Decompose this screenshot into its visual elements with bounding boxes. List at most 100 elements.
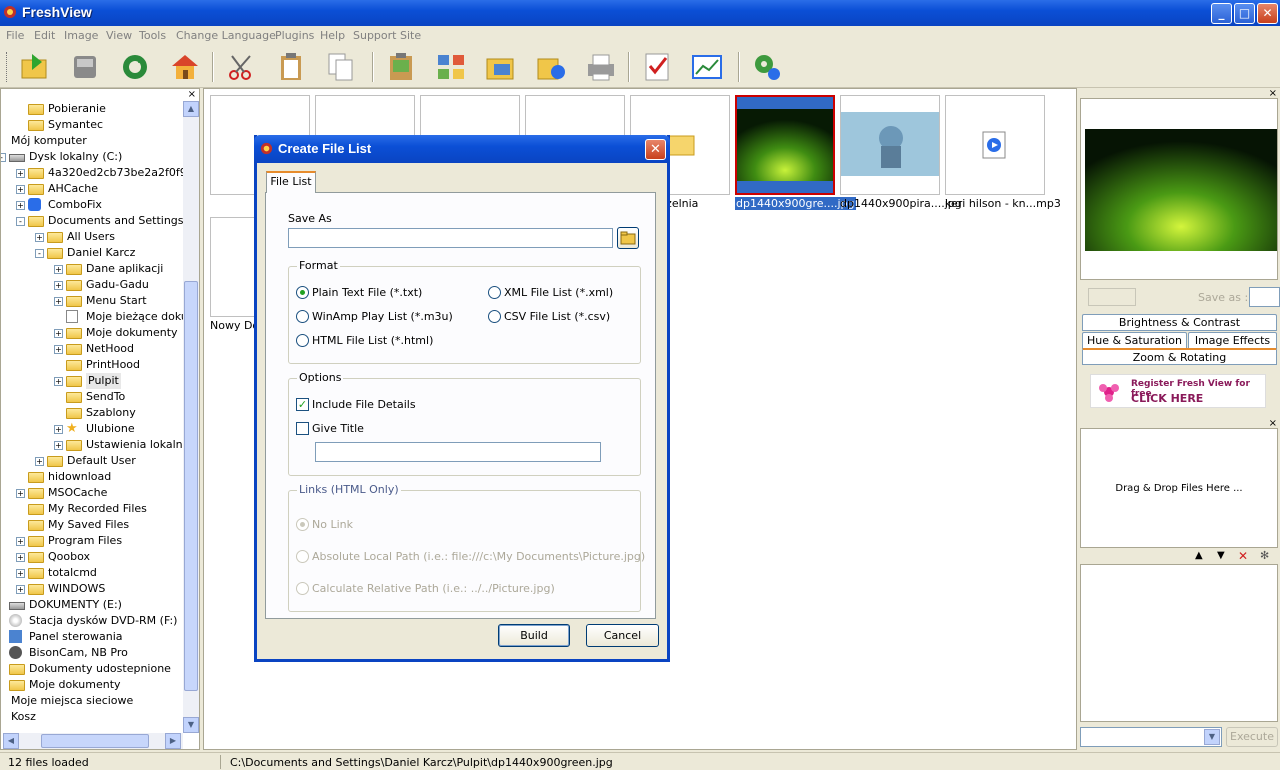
collapse-icon[interactable]: - xyxy=(16,217,25,226)
scroll-down-icon[interactable]: ▼ xyxy=(183,717,199,733)
tree-item[interactable]: Dokumenty udostepnione xyxy=(1,661,183,677)
close-window-button[interactable]: ✕ xyxy=(1257,3,1278,24)
open-folder-icon[interactable] xyxy=(18,50,52,84)
expand-icon[interactable]: + xyxy=(16,569,25,578)
image-folder-icon[interactable] xyxy=(484,50,518,84)
radio-absolute-path[interactable] xyxy=(296,550,309,563)
radio-html[interactable] xyxy=(296,334,309,347)
radio-xml[interactable] xyxy=(488,286,501,299)
tree-item[interactable]: Pobieranie xyxy=(1,101,183,117)
tree-item[interactable]: hidownload xyxy=(1,469,183,485)
tree-item[interactable]: + Moje dokumenty xyxy=(1,325,183,341)
menu-edit[interactable]: Edit xyxy=(34,29,55,42)
menu-image[interactable]: Image xyxy=(64,29,98,42)
tree-item[interactable]: My Recorded Files xyxy=(1,501,183,517)
build-button[interactable]: Build xyxy=(498,624,570,647)
thumbnail-cell[interactable] xyxy=(945,95,1045,195)
tree-item[interactable]: + MSOCache xyxy=(1,485,183,501)
tree-item[interactable]: + Gadu-Gadu xyxy=(1,277,183,293)
tree-item[interactable]: + Program Files xyxy=(1,533,183,549)
expand-icon[interactable]: + xyxy=(54,345,63,354)
chart-window-icon[interactable] xyxy=(690,50,724,84)
tree-item[interactable]: + Qoobox xyxy=(1,549,183,565)
clear-all-icon[interactable]: ✻ xyxy=(1260,549,1269,562)
move-up-icon[interactable]: ▲ xyxy=(1195,550,1203,561)
tree-item[interactable]: - Documents and Settings xyxy=(1,213,183,229)
tab-hue-saturation[interactable]: Hue & Saturation xyxy=(1082,332,1187,349)
cut-icon[interactable] xyxy=(224,50,258,84)
format-html-label[interactable]: HTML File List (*.html) xyxy=(312,334,433,347)
scroll-thumb[interactable] xyxy=(184,281,198,691)
cancel-button[interactable]: Cancel xyxy=(586,624,659,647)
expand-icon[interactable]: + xyxy=(54,329,63,338)
print-icon[interactable] xyxy=(584,50,618,84)
expand-icon[interactable]: + xyxy=(35,457,44,466)
tree-item[interactable]: + Dane aplikacji xyxy=(1,261,183,277)
radio-no-link[interactable] xyxy=(296,518,309,531)
tree-item[interactable]: Mój komputer xyxy=(1,133,183,149)
expand-icon[interactable]: + xyxy=(54,281,63,290)
scanner-icon[interactable] xyxy=(68,50,102,84)
expand-icon[interactable]: + xyxy=(16,553,25,562)
expand-icon[interactable]: + xyxy=(54,425,63,434)
relative-path-label[interactable]: Calculate Relative Path (i.e.: ../../Pic… xyxy=(312,582,555,595)
tree-item[interactable]: + Pulpit xyxy=(1,373,183,389)
format-txt-label[interactable]: Plain Text File (*.txt) xyxy=(312,286,422,299)
browse-button[interactable] xyxy=(617,227,639,249)
export-icon[interactable] xyxy=(534,50,568,84)
thumbnail-cell-selected[interactable] xyxy=(735,95,835,195)
tree-item[interactable]: + WINDOWS xyxy=(1,581,183,597)
format-xml-label[interactable]: XML File List (*.xml) xyxy=(504,286,613,299)
radio-csv[interactable] xyxy=(488,310,501,323)
tree-item[interactable]: PrintHood xyxy=(1,357,183,373)
expand-icon[interactable]: + xyxy=(16,169,25,178)
maximize-button[interactable]: □ xyxy=(1234,3,1255,24)
expand-icon[interactable]: + xyxy=(16,185,25,194)
copy-icon[interactable] xyxy=(324,50,358,84)
scroll-left-icon[interactable]: ◀ xyxy=(3,733,19,749)
scroll-right-icon[interactable]: ▶ xyxy=(165,733,181,749)
zoom-input[interactable] xyxy=(1088,288,1136,306)
expand-icon[interactable]: + xyxy=(35,233,44,242)
tree-item[interactable]: Kosz xyxy=(1,709,183,725)
tree-item[interactable]: Stacja dysków DVD-RM (F:) xyxy=(1,613,183,629)
tree-item[interactable]: + Default User xyxy=(1,453,183,469)
toolbar-grip[interactable] xyxy=(6,52,9,82)
action-select[interactable]: ▼ xyxy=(1080,727,1222,747)
chevron-down-icon[interactable]: ▼ xyxy=(1204,729,1220,745)
tree-item[interactable]: DOKUMENTY (E:) xyxy=(1,597,183,613)
format-csv-label[interactable]: CSV File List (*.csv) xyxy=(504,310,610,323)
home-icon[interactable] xyxy=(168,50,202,84)
format-m3u-label[interactable]: WinAmp Play List (*.m3u) xyxy=(312,310,453,323)
paste-icon[interactable] xyxy=(274,50,308,84)
tree-item[interactable]: - Dysk lokalny (C:) xyxy=(1,149,183,165)
thumbnail-grid-icon[interactable] xyxy=(434,50,468,84)
expand-icon[interactable]: + xyxy=(16,585,25,594)
delete-icon[interactable]: ✕ xyxy=(1238,549,1248,563)
title-input[interactable] xyxy=(315,442,601,462)
tree-item[interactable]: Moje miejsca sieciowe xyxy=(1,693,183,709)
save-as-field[interactable] xyxy=(1249,287,1280,307)
tree-item[interactable]: + Ustawienia lokalne xyxy=(1,437,183,453)
collapse-icon[interactable]: - xyxy=(35,249,44,258)
tree-item[interactable]: Moje bieżące dokum xyxy=(1,309,183,325)
expand-icon[interactable]: + xyxy=(16,537,25,546)
drop-zone[interactable]: Drag & Drop Files Here ... xyxy=(1080,428,1278,548)
menu-file[interactable]: File xyxy=(6,29,24,42)
tree-item[interactable]: My Saved Files xyxy=(1,517,183,533)
menu-view[interactable]: View xyxy=(106,29,132,42)
settings-gears-icon[interactable] xyxy=(750,50,784,84)
include-details-label[interactable]: Include File Details xyxy=(312,398,416,411)
tree-item[interactable]: + AHCache xyxy=(1,181,183,197)
tree-item[interactable]: + All Users xyxy=(1,229,183,245)
expand-icon[interactable]: + xyxy=(16,489,25,498)
expand-icon[interactable]: + xyxy=(54,377,63,386)
register-promo-banner[interactable]: Register Fresh View for free CLICK HERE xyxy=(1090,374,1266,408)
tree-item[interactable]: + ComboFix xyxy=(1,197,183,213)
give-title-checkbox[interactable] xyxy=(296,422,309,435)
tree-item[interactable]: + Menu Start xyxy=(1,293,183,309)
expand-icon[interactable]: + xyxy=(54,441,63,450)
expand-icon[interactable]: + xyxy=(16,201,25,210)
tree-item[interactable]: BisonCam, NB Pro xyxy=(1,645,183,661)
thumbnail-cell[interactable] xyxy=(840,95,940,195)
